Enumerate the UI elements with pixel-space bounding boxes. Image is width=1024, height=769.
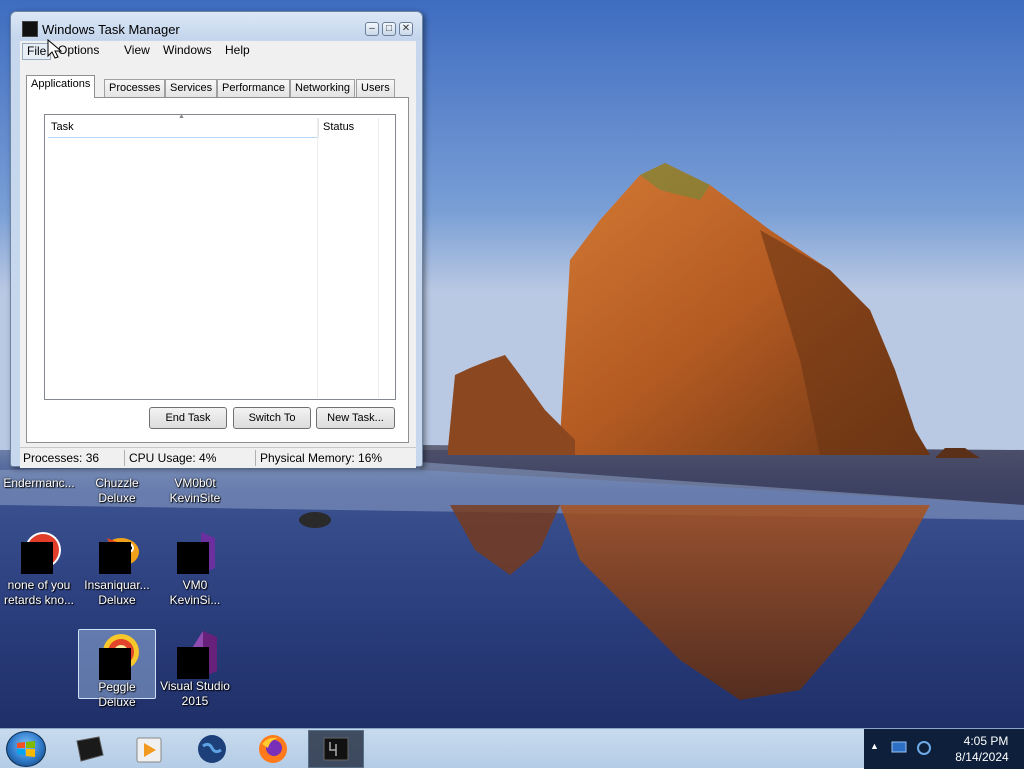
- status-bar: Processes: 36 CPU Usage: 4% Physical Mem…: [20, 447, 416, 468]
- network-icon[interactable]: [891, 741, 907, 755]
- fish-icon: [93, 528, 141, 576]
- desktop-icon-label: none of you retards kno...: [3, 578, 75, 607]
- clock-time[interactable]: 4:05 PM: [956, 734, 1016, 748]
- menu-bar: File Options View Windows Help: [20, 38, 416, 61]
- maximize-button[interactable]: □: [382, 22, 396, 36]
- notification-area: ▲ 4:05 PM 8/14/2024: [864, 729, 1024, 769]
- task-manager-app-icon: [22, 21, 38, 37]
- desktop-icon-vm0-kevinsite[interactable]: VM0 KevinSi...: [156, 528, 234, 608]
- taskbar-firefox[interactable]: [245, 730, 301, 768]
- close-button[interactable]: ✕: [399, 22, 413, 36]
- column-divider: [317, 118, 318, 398]
- taskbar-media-player[interactable]: [121, 730, 177, 768]
- taskbar: ▲ 4:05 PM 8/14/2024: [0, 728, 1024, 769]
- peggle-icon: [93, 630, 141, 680]
- redacted-icon-overlay: [21, 542, 53, 574]
- tab-services[interactable]: Services: [165, 79, 218, 97]
- redacted-icon-overlay: [99, 648, 131, 680]
- redacted-icon-overlay: [99, 542, 131, 574]
- column-header-task[interactable]: Task: [48, 118, 319, 138]
- media-player-icon: [136, 737, 162, 763]
- desktop-icon-insaniquarium-deluxe[interactable]: Insaniquar... Deluxe: [78, 528, 156, 608]
- close-icon: ✕: [401, 23, 411, 34]
- task-list[interactable]: ▲ Task Status: [44, 113, 396, 400]
- firefox-icon: [259, 735, 287, 763]
- show-hidden-icons-icon[interactable]: ▲: [870, 741, 879, 751]
- tab-processes[interactable]: Processes: [104, 79, 166, 97]
- terminal-icon: [76, 736, 104, 762]
- desktop-icon-chuzzle-deluxe[interactable]: Chuzzle Deluxe: [78, 476, 156, 506]
- menu-view[interactable]: View: [120, 43, 154, 58]
- tab-users[interactable]: Users: [356, 79, 395, 97]
- desktop-icon-endermanch[interactable]: Endermanc...: [0, 476, 78, 491]
- start-button[interactable]: [6, 731, 46, 767]
- status-physical-memory: Physical Memory: 16%: [260, 451, 383, 465]
- mouse-cursor-icon: [47, 38, 63, 59]
- column-header-status[interactable]: Status: [318, 118, 378, 138]
- title-bar[interactable]: Windows Task Manager – □ ✕: [11, 12, 422, 40]
- taskbar-task-manager[interactable]: [308, 730, 364, 768]
- window-title: Windows Task Manager: [42, 22, 180, 37]
- menu-help[interactable]: Help: [221, 43, 254, 58]
- app-icon: [171, 528, 219, 576]
- desktop-icon-label: Visual Studio 2015: [160, 679, 230, 708]
- desktop-icon-label: VM0b0t KevinSite: [169, 476, 221, 505]
- column-divider: [378, 118, 379, 398]
- taskbar-terminal[interactable]: [61, 730, 117, 768]
- redacted-icon-overlay: [177, 647, 209, 679]
- desktop-icon-label: Insaniquar... Deluxe: [84, 578, 150, 607]
- app-icon: [15, 528, 63, 576]
- maximize-icon: □: [385, 23, 393, 34]
- window-body: Applications Processes Services Performa…: [20, 61, 416, 447]
- status-cpu-usage: CPU Usage: 4%: [129, 451, 217, 465]
- desktop-icon-peggle-deluxe[interactable]: Peggle Deluxe: [78, 629, 156, 709]
- volume-icon[interactable]: [916, 740, 932, 756]
- tab-applications[interactable]: Applications: [26, 75, 96, 98]
- task-manager-window[interactable]: Windows Task Manager – □ ✕ File Options …: [10, 11, 423, 468]
- end-task-button[interactable]: End Task: [149, 407, 227, 429]
- visual-studio-icon: [171, 629, 219, 679]
- status-separator: [124, 450, 125, 466]
- desktop-icon-label: Peggle Deluxe: [98, 680, 136, 709]
- new-task-button[interactable]: New Task...: [316, 407, 395, 429]
- taskbar-globe[interactable]: [184, 730, 240, 768]
- desktop-icon-label: Chuzzle Deluxe: [95, 476, 139, 505]
- menu-windows[interactable]: Windows: [159, 43, 216, 58]
- switch-to-button[interactable]: Switch To: [233, 407, 311, 429]
- status-processes: Processes: 36: [23, 451, 100, 465]
- status-separator: [255, 450, 256, 466]
- tab-networking[interactable]: Networking: [290, 79, 356, 97]
- desktop-icon-vm0b0t-kevinsite[interactable]: VM0b0t KevinSite: [156, 476, 234, 506]
- minimize-button[interactable]: –: [365, 22, 379, 36]
- applications-panel: ▲ Task Status End Task Switch To New Tas…: [26, 97, 409, 443]
- minimize-icon: –: [369, 23, 375, 34]
- desktop-icon-none-of-you[interactable]: none of you retards kno...: [0, 528, 78, 608]
- task-manager-icon: [323, 737, 349, 761]
- desktop-icon-label: Endermanc...: [3, 476, 75, 490]
- redacted-icon-overlay: [177, 542, 209, 574]
- windows-logo-icon: [17, 741, 35, 757]
- globe-icon: [198, 735, 226, 763]
- tab-performance[interactable]: Performance: [217, 79, 290, 97]
- desktop-icon-label: VM0 KevinSi...: [169, 578, 221, 607]
- clock-date[interactable]: 8/14/2024: [946, 750, 1018, 764]
- desktop-icon-visual-studio-2015[interactable]: Visual Studio 2015: [156, 629, 234, 709]
